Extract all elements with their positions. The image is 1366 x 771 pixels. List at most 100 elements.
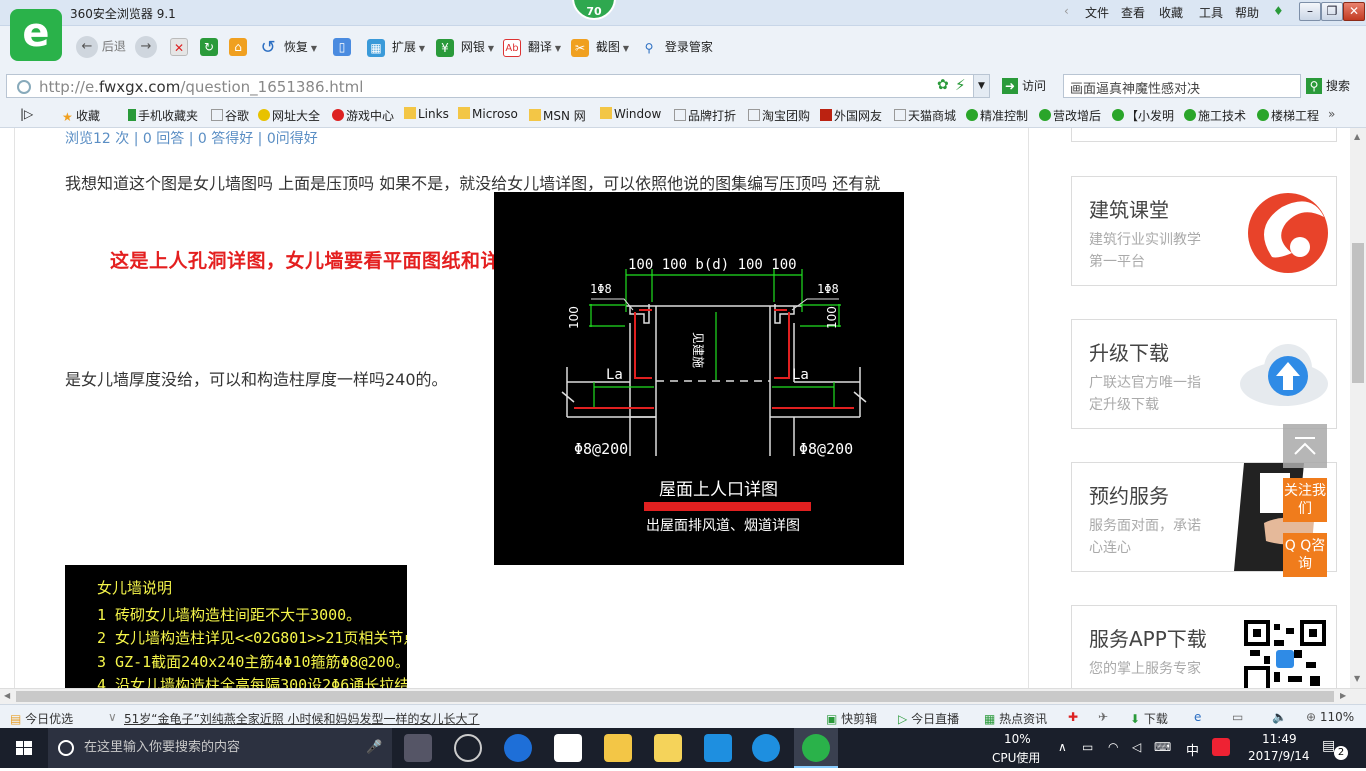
bookmark-item[interactable]: 营改增后 <box>1039 107 1101 124</box>
sidebar-card-partial[interactable] <box>1071 128 1337 142</box>
bookmark-item[interactable]: Links <box>404 107 449 121</box>
news-ticker-link[interactable]: 51岁“金龟子”刘纯燕全家近照 小时候和妈妈发型一样的女儿长大了 <box>124 710 480 727</box>
ie-icon[interactable]: e <box>1194 710 1201 724</box>
quick-clip-button[interactable]: ▣ 快剪辑 <box>826 710 877 727</box>
hot-news-button[interactable]: ▦ 热点资讯 <box>984 710 1047 727</box>
lightning-icon[interactable]: ⚡ <box>955 76 966 94</box>
stop-button[interactable]: ✕ <box>170 38 191 58</box>
url-dropdown-icon[interactable]: ▼ <box>973 75 989 97</box>
refresh-button[interactable]: ↻ <box>200 38 221 58</box>
search-input[interactable]: 画面逼真神魔性感对决 <box>1063 74 1301 98</box>
url-text[interactable]: http://e.fwxgx.com/question_1651386.html <box>39 78 363 96</box>
back-button[interactable]: ← 后退 <box>76 36 126 58</box>
speaker-icon[interactable]: 🔈 <box>1272 710 1287 724</box>
score-badge[interactable]: 70 <box>572 0 616 20</box>
more-bookmarks-icon[interactable]: » <box>1328 107 1335 121</box>
volume-icon[interactable]: ◁ <box>1132 740 1141 754</box>
bookmark-item[interactable]: 游戏中心 <box>332 107 394 124</box>
login-manager-button[interactable]: ⚲ 登录管家 <box>640 38 713 58</box>
sidebar-card-course[interactable]: 建筑课堂 建筑行业实训教学第一平台 <box>1071 176 1337 286</box>
taskbar-app-photos-icon[interactable] <box>404 734 432 762</box>
extend-button[interactable]: ▦ 扩展 ▼ <box>367 38 425 58</box>
bookmark-item[interactable]: 品牌打折 <box>674 107 736 124</box>
taskbar-app-store-icon[interactable] <box>554 734 582 762</box>
back-to-top-button[interactable] <box>1283 424 1327 468</box>
bookmark-item[interactable]: 网址大全 <box>258 107 320 124</box>
sidebar-toggle-icon[interactable]: |▷ <box>20 107 33 121</box>
bookmark-item[interactable]: Window <box>600 107 661 121</box>
pin-icon[interactable]: ✈ <box>1098 710 1108 724</box>
bookmark-item[interactable]: 精准控制 <box>966 107 1028 124</box>
menu-favorites[interactable]: 收藏 <box>1159 4 1183 21</box>
bank-button[interactable]: ¥ 网银 ▼ <box>436 38 494 58</box>
cad-detail-image[interactable]: 100 100 b(d) 100 100 1Φ8 1Φ8 100 100 见建施… <box>494 192 904 565</box>
chevron-left-icon[interactable]: ‹ <box>1064 4 1069 18</box>
vertical-scroll-thumb[interactable] <box>1352 243 1364 383</box>
battery-icon[interactable]: ▭ <box>1082 740 1093 754</box>
restore-button[interactable]: ❐ <box>1321 2 1343 21</box>
tray-expand-icon[interactable]: ∧ <box>1058 740 1067 754</box>
bookmark-item[interactable]: Microso <box>458 107 518 121</box>
bookmark-item[interactable]: 淘宝团购 <box>748 107 810 124</box>
search-button[interactable]: ⚲ 搜索 <box>1306 77 1350 94</box>
horizontal-scroll-thumb[interactable] <box>16 691 1334 702</box>
taskbar-app-tool-icon[interactable] <box>704 734 732 762</box>
menu-help[interactable]: 帮助 <box>1235 4 1259 21</box>
bookmark-item[interactable]: 谷歌 <box>211 107 249 124</box>
taskbar-app-360-active[interactable] <box>794 728 838 768</box>
taskbar-app-explorer-icon[interactable] <box>604 734 632 762</box>
bookmark-item[interactable]: 【小发明 <box>1112 107 1174 124</box>
bookmark-item[interactable]: 天猫商城 <box>894 107 956 124</box>
forward-button[interactable]: → <box>135 36 157 58</box>
browser-logo-icon[interactable]: e <box>10 9 62 61</box>
zoom-control[interactable]: ⊕ 110% <box>1306 710 1354 724</box>
scroll-left-icon[interactable]: ◀ <box>4 691 10 700</box>
bookmark-item[interactable]: MSN 网 <box>529 107 586 124</box>
bookmark-item[interactable]: ★ 收藏 <box>62 107 100 124</box>
health-icon[interactable]: ✚ <box>1068 710 1078 724</box>
clock-time[interactable]: 11:49 <box>1262 732 1297 746</box>
start-button[interactable] <box>0 728 48 768</box>
url-input[interactable]: http://e.fwxgx.com/question_1651386.html… <box>6 74 990 98</box>
today-picks-button[interactable]: ▤ 今日优选 <box>10 710 73 727</box>
scroll-right-icon[interactable]: ▶ <box>1340 691 1346 700</box>
clock-date[interactable]: 2017/9/14 <box>1248 749 1310 763</box>
sidebar-card-app[interactable]: 服务APP下载 您的掌上服务专家 <box>1071 605 1337 688</box>
download-button[interactable]: ⬇ 下载 <box>1130 710 1168 727</box>
vertical-scrollbar[interactable]: ▲ ▼ <box>1350 128 1366 688</box>
close-button[interactable]: ✕ <box>1343 2 1365 21</box>
screenshot-button[interactable]: ✂ 截图 ▼ <box>571 38 629 58</box>
bookmark-item[interactable]: 楼梯工程 <box>1257 107 1319 124</box>
restore-tabs-button[interactable]: ↺ 恢复 ▼ <box>259 38 317 58</box>
microphone-icon[interactable]: 🎤 <box>366 728 382 768</box>
sogou-icon[interactable] <box>1212 738 1230 756</box>
bookmark-item[interactable]: 手机收藏夹 <box>128 107 198 124</box>
qq-consult-button[interactable]: Q Q咨询 <box>1283 533 1327 577</box>
bookmark-item[interactable]: 外国网友 <box>820 107 882 124</box>
ime-indicator[interactable]: 中 <box>1186 740 1199 759</box>
taskbar-app-notes-icon[interactable] <box>654 734 682 762</box>
mobile-button[interactable]: ▯ <box>333 38 354 58</box>
taskbar-app-cloud-icon[interactable] <box>752 734 780 762</box>
taskbar-app-browser-icon[interactable] <box>454 734 482 762</box>
follow-us-button[interactable]: 关注我们 <box>1283 478 1327 522</box>
scroll-up-icon[interactable]: ▲ <box>1354 132 1360 141</box>
taskbar-app-edge-icon[interactable] <box>504 734 532 762</box>
scroll-down-icon[interactable]: ▼ <box>1354 674 1360 683</box>
security-icon[interactable]: ✿ <box>937 77 949 93</box>
menu-tools[interactable]: 工具 <box>1199 4 1223 21</box>
minimize-button[interactable]: – <box>1299 2 1321 21</box>
keyboard-icon[interactable]: ⌨ <box>1154 740 1171 754</box>
taskbar-search-input[interactable]: 在这里输入你要搜索的内容 🎤 <box>48 728 392 768</box>
horizontal-scrollbar[interactable]: ◀ ▶ <box>0 688 1366 704</box>
window-icon[interactable]: ▭ <box>1232 710 1243 724</box>
home-button[interactable]: ⌂ <box>229 38 250 58</box>
menu-view[interactable]: 查看 <box>1121 4 1145 21</box>
visit-button[interactable]: ➜ 访问 <box>1002 77 1046 94</box>
wifi-icon[interactable]: ◠ <box>1108 740 1118 754</box>
live-button[interactable]: ▷ 今日直播 <box>898 710 959 727</box>
bookmark-item[interactable]: 施工技术 <box>1184 107 1246 124</box>
chevron-down-icon[interactable]: ∨ <box>108 710 117 724</box>
translate-button[interactable]: Ab 翻译 ▼ <box>503 38 561 58</box>
sidebar-card-download[interactable]: 升级下载 广联达官方唯一指定升级下载 <box>1071 319 1337 429</box>
